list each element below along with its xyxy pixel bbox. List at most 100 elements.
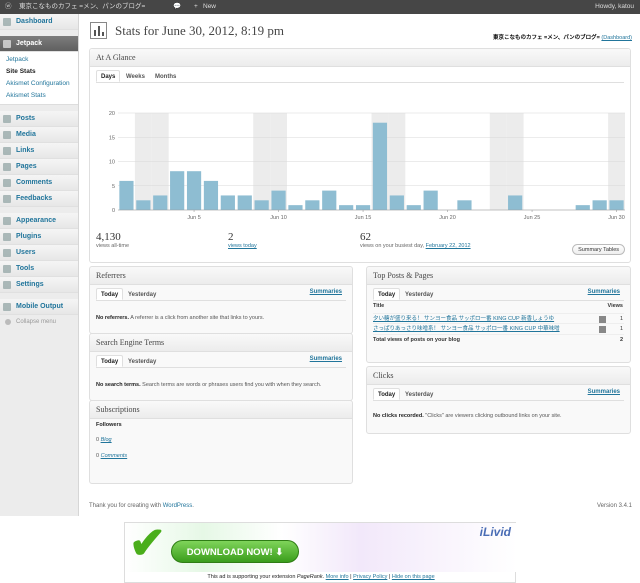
- stat-label: views all-time: [96, 243, 130, 249]
- followers-blog-link[interactable]: Blog: [101, 437, 112, 443]
- more-info-link[interactable]: More info: [326, 574, 349, 580]
- submenu-item-akismet-configuration[interactable]: Akismet Configuration: [0, 78, 78, 90]
- admin-bar: ⓦ 東京こなものカフェ =メン、パンのブログ= 💬 + New Howdy, k…: [0, 0, 640, 14]
- sidebar-item-jetpack[interactable]: Jetpack: [0, 36, 78, 52]
- appearance-icon: [3, 217, 11, 225]
- sidebar-item-label: Jetpack: [16, 40, 43, 47]
- ad-extension-name: PageRank: [296, 574, 323, 580]
- stat-views-today: 2 views today: [228, 231, 257, 249]
- busiest-day-link[interactable]: February 22, 2012: [426, 243, 471, 249]
- sidebar-item-tools[interactable]: Tools: [0, 261, 78, 277]
- top-posts-tabs: Today Yesterday Summaries: [373, 287, 624, 301]
- tab-yesterday[interactable]: Yesterday: [124, 289, 160, 301]
- chart-bar: [389, 195, 404, 210]
- sidebar-item-plugins[interactable]: Plugins: [0, 229, 78, 245]
- jetpack-submenu: Jetpack Site Stats Akismet Configuration…: [0, 52, 78, 105]
- download-ad-banner[interactable]: ✔ DOWNLOAD NOW! ⬇ iLivid This ad is supp…: [124, 519, 517, 583]
- collapse-menu-button[interactable]: Collapse menu: [0, 315, 78, 329]
- x-tick-label: Jun 5: [187, 215, 200, 221]
- site-name-link[interactable]: 東京こなものカフェ =メン、パンのブログ=: [19, 0, 145, 14]
- submenu-item-akismet-stats[interactable]: Akismet Stats: [0, 90, 78, 102]
- chart-bar: [186, 171, 202, 210]
- chart-bar: [339, 205, 354, 210]
- settings-icon: [3, 281, 11, 289]
- chart-bar: [372, 122, 388, 210]
- tab-days[interactable]: Days: [96, 70, 121, 82]
- dashboard-link[interactable]: (Dashboard): [601, 35, 632, 41]
- sidebar-item-posts[interactable]: Posts: [0, 111, 78, 127]
- sidebar-item-links[interactable]: Links: [0, 143, 78, 159]
- chart-bar: [288, 205, 303, 210]
- x-tick-label: Jun 10: [270, 215, 287, 221]
- submenu-item-site-stats[interactable]: Site Stats: [0, 66, 78, 78]
- summaries-link[interactable]: Summaries: [588, 289, 620, 295]
- chart-bar: [271, 190, 286, 210]
- empty-text: "Clicks" are viewers clicking outbound l…: [423, 413, 562, 419]
- comments-icon: [3, 179, 11, 187]
- chart-bar: [220, 195, 235, 210]
- new-content-plus-icon[interactable]: +: [194, 0, 198, 14]
- sidebar-item-appearance[interactable]: Appearance: [0, 213, 78, 229]
- download-now-button[interactable]: DOWNLOAD NOW! ⬇: [171, 540, 299, 563]
- tab-today[interactable]: Today: [96, 288, 124, 300]
- sidebar-item-users[interactable]: Users: [0, 245, 78, 261]
- tab-yesterday[interactable]: Yesterday: [124, 356, 160, 368]
- search-terms-title: Search Engine Terms: [90, 334, 352, 352]
- tab-months[interactable]: Months: [151, 71, 180, 83]
- sidebar-item-dashboard[interactable]: Dashboard: [0, 14, 78, 30]
- wordpress-logo-icon[interactable]: ⓦ: [5, 0, 12, 14]
- collapse-arrow-icon: [5, 319, 11, 325]
- tab-today[interactable]: Today: [373, 388, 401, 400]
- post-title-link[interactable]: さっぱりあっさり味噌系！ サンヨー食品 サッポロ一番 KING CUP 中華味噌: [373, 326, 560, 332]
- summaries-link[interactable]: Summaries: [310, 356, 342, 362]
- post-title-link[interactable]: 夕い糖が盛り来る！ サンヨー食品 サッポロ一番 KING CUP 新香しょうゆ: [373, 316, 554, 322]
- subscriptions-panel: Subscriptions Followers 0 Blog 0 Comment…: [89, 400, 353, 484]
- summaries-link[interactable]: Summaries: [588, 389, 620, 395]
- total-views-label: Total views of posts on your blog: [373, 337, 460, 343]
- views-today-link[interactable]: views today: [228, 243, 257, 249]
- x-tick-label: Jun 15: [355, 215, 372, 221]
- new-content-link[interactable]: New: [203, 0, 216, 14]
- sidebar-item-feedbacks[interactable]: Feedbacks: [0, 191, 78, 207]
- comments-icon[interactable]: 💬: [173, 0, 181, 14]
- submenu-item-jetpack[interactable]: Jetpack: [0, 54, 78, 66]
- footer-thanks-text: Thank you for creating with: [89, 503, 163, 509]
- pages-icon: [3, 163, 11, 171]
- sidebar-item-pages[interactable]: Pages: [0, 159, 78, 175]
- followers-comments-link[interactable]: Comments: [101, 453, 128, 459]
- y-tick-label: 20: [109, 111, 115, 117]
- top-posts-title: Top Posts & Pages: [367, 267, 630, 285]
- sidebar-item-media[interactable]: Media: [0, 127, 78, 143]
- main-content: Stats for June 30, 2012, 8:19 pm 東京こなものカ…: [80, 14, 640, 516]
- referrers-panel: Referrers Today Yesterday Summaries No r…: [89, 266, 353, 334]
- tab-yesterday[interactable]: Yesterday: [401, 389, 437, 401]
- search-terms-empty-message: No search terms. Search terms are words …: [96, 382, 321, 388]
- sidebar-item-label: Posts: [16, 115, 36, 122]
- top-posts-header-row: Title Views: [373, 303, 624, 309]
- followers-count: 0: [96, 437, 100, 443]
- privacy-policy-link[interactable]: Privacy Policy: [353, 574, 387, 580]
- download-now-label: DOWNLOAD NOW!: [186, 547, 273, 558]
- chart-bar: [203, 180, 219, 210]
- post-stats-icon[interactable]: [599, 316, 606, 323]
- howdy-user-menu[interactable]: Howdy, katou: [595, 0, 634, 14]
- hide-on-page-link[interactable]: Hide on this page: [392, 574, 435, 580]
- total-views-row: Total views of posts on your blog 2: [373, 334, 624, 344]
- post-stats-icon[interactable]: [599, 326, 606, 333]
- followers-comments-row: 0 Comments: [96, 453, 127, 459]
- tab-today[interactable]: Today: [96, 355, 124, 367]
- chart-bar: [508, 195, 523, 210]
- tab-weeks[interactable]: Weeks: [122, 71, 149, 83]
- summaries-link[interactable]: Summaries: [310, 289, 342, 295]
- tab-today[interactable]: Today: [373, 288, 401, 300]
- tab-yesterday[interactable]: Yesterday: [401, 289, 437, 301]
- empty-text: Search terms are words or phrases users …: [140, 382, 322, 388]
- wordpress-link[interactable]: WordPress: [163, 503, 193, 509]
- table-row: 夕い糖が盛り来る！ サンヨー食品 サッポロ一番 KING CUP 新香しょうゆ 1: [373, 313, 624, 323]
- sidebar-item-comments[interactable]: Comments: [0, 175, 78, 191]
- stat-views-all-time: 4,130 views all-time: [96, 231, 129, 249]
- chart-bar: [254, 200, 269, 210]
- summary-tables-button[interactable]: Summary Tables: [572, 244, 625, 255]
- sidebar-item-settings[interactable]: Settings: [0, 277, 78, 293]
- sidebar-item-mobile-output[interactable]: Mobile Output: [0, 299, 78, 315]
